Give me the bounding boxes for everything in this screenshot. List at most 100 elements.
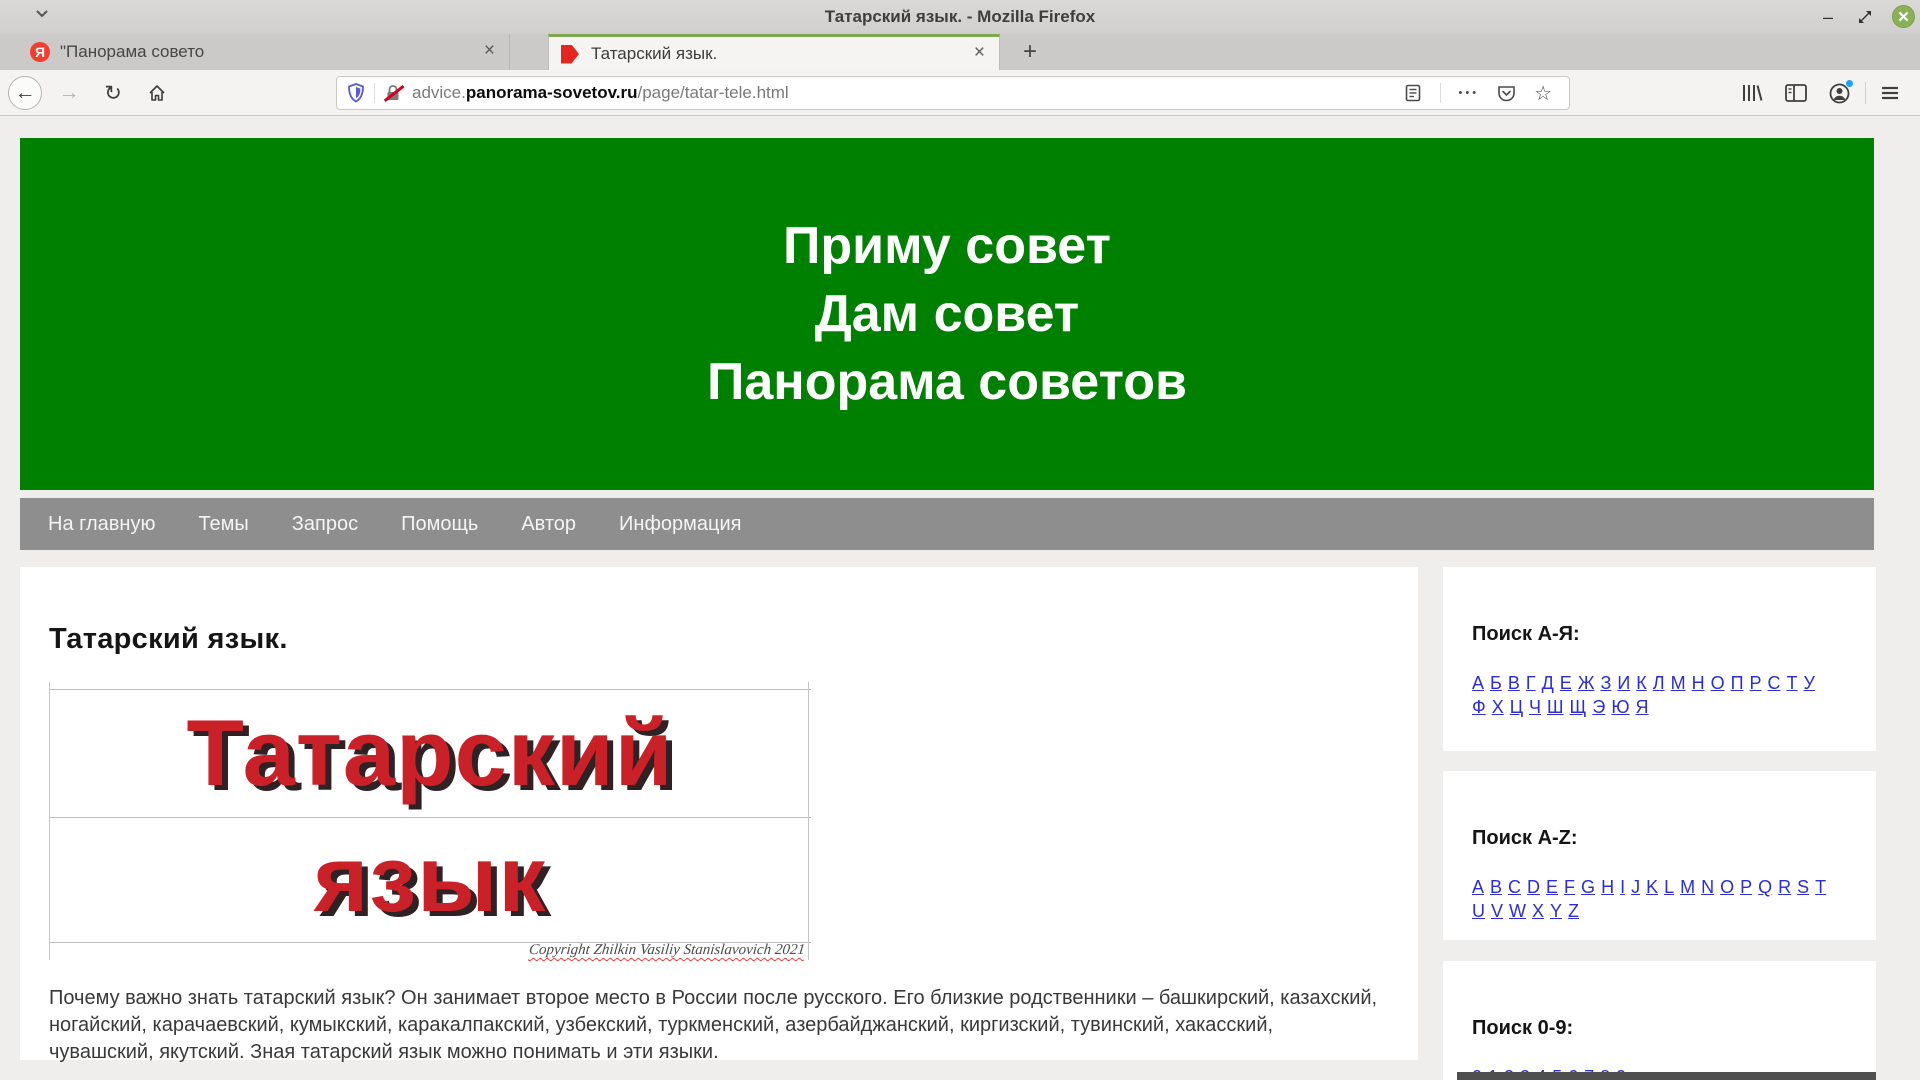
letter-link[interactable]: Ц [1510, 696, 1523, 719]
image-word-tatarskiy: Татарский [49, 690, 811, 816]
forward-button[interactable]: → [52, 76, 86, 110]
reload-button[interactable]: ↻ [96, 76, 130, 110]
letter-link[interactable]: P [1740, 876, 1752, 899]
letter-link[interactable]: Б [1490, 672, 1502, 695]
urlbar-separator [374, 83, 375, 103]
letter-link[interactable]: Г [1526, 672, 1536, 695]
article-card: Татарский язык. Татарский язык Copyright… [20, 567, 1418, 1060]
letter-link[interactable]: L [1664, 876, 1674, 899]
letter-link[interactable]: С [1768, 672, 1781, 695]
account-notification-dot [1845, 79, 1854, 88]
letter-link[interactable]: Т [1787, 672, 1798, 695]
letter-link[interactable]: N [1701, 876, 1714, 899]
letter-link[interactable]: Р [1750, 672, 1762, 695]
letter-link[interactable]: U [1472, 900, 1485, 923]
site-nav-link[interactable]: На главную [48, 513, 155, 536]
tab-panorama-sovetov[interactable]: Я "Панорама совето × [18, 34, 510, 70]
letter-link[interactable]: G [1581, 876, 1595, 899]
letter-link[interactable]: Л [1653, 672, 1665, 695]
letter-link[interactable]: C [1508, 876, 1521, 899]
letter-link[interactable]: A [1472, 876, 1484, 899]
page-actions-icon[interactable]: ••• [1459, 87, 1480, 99]
letter-link[interactable]: T [1815, 876, 1826, 899]
account-icon[interactable] [1829, 83, 1850, 104]
back-button[interactable]: ← [8, 76, 42, 110]
letter-link[interactable]: Я [1636, 696, 1649, 719]
letter-link[interactable]: H [1601, 876, 1614, 899]
url-bar[interactable]: advice.panorama-sovetov.ru/page/tatar-te… [336, 76, 1570, 110]
urlbar-separator [1440, 83, 1441, 103]
new-tab-button[interactable]: + [1014, 37, 1046, 67]
sidebar-section-title: Поиск 0-9: [1472, 1017, 1876, 1040]
letter-link[interactable]: Х [1492, 696, 1504, 719]
letter-link[interactable]: K [1646, 876, 1658, 899]
article-title: Татарский язык. [49, 623, 1418, 656]
letter-link[interactable]: V [1491, 900, 1503, 923]
home-button[interactable] [140, 76, 174, 110]
letter-link[interactable]: Z [1568, 900, 1579, 923]
pocket-icon[interactable] [1497, 84, 1516, 103]
letter-link[interactable]: D [1527, 876, 1540, 899]
article-image: Татарский язык Copyright Zhilkin Vasiliy… [49, 682, 811, 960]
bookmark-star-icon[interactable]: ☆ [1534, 81, 1552, 106]
menu-hamburger-icon[interactable] [1881, 86, 1899, 100]
site-nav-link[interactable]: Помощь [401, 513, 478, 536]
window-title: Татарский язык. - Mozilla Firefox [0, 7, 1920, 27]
letter-link[interactable]: S [1797, 876, 1809, 899]
tab-tatarskiy-yazyk-active[interactable]: Татарский язык. × [548, 34, 1000, 70]
sidebar-search-cyrillic: Поиск А-Я: АБВГДЕЖЗИКЛМНОПРСТУФХЦЧШЩЭЮЯ [1443, 567, 1876, 751]
site-nav: На главную Темы Запрос Помощь Автор Информаци… [20, 498, 1874, 550]
letter-links: ABCDEFGHIJKLMNOPQRST UVWXYZ [1472, 876, 1834, 924]
letter-link[interactable]: I [1620, 876, 1625, 899]
tab-close-icon[interactable]: × [964, 42, 999, 66]
letter-link[interactable]: П [1731, 672, 1744, 695]
browser-window: Татарский язык. - Mozilla Firefox – ✕ Я … [0, 0, 1920, 1080]
minimize-button[interactable]: – [1816, 5, 1840, 29]
site-nav-link[interactable]: Автор [521, 513, 576, 536]
article-paragraph: Почему важно знать татарский язык? Он за… [49, 985, 1383, 1066]
letter-link[interactable]: X [1532, 900, 1544, 923]
letter-link[interactable]: У [1804, 672, 1815, 695]
letter-link[interactable]: И [1617, 672, 1630, 695]
site-nav-link[interactable]: Информация [619, 513, 741, 536]
url-text: advice.panorama-sovetov.ru/page/tatar-te… [412, 83, 789, 103]
letter-link[interactable]: F [1564, 876, 1575, 899]
letter-link[interactable]: З [1600, 672, 1611, 695]
reader-mode-icon[interactable] [1404, 84, 1422, 102]
letter-link[interactable]: Q [1758, 876, 1772, 899]
letter-link[interactable]: А [1472, 672, 1484, 695]
close-button[interactable]: ✕ [1892, 5, 1915, 28]
letter-link[interactable]: Ш [1547, 696, 1564, 719]
letter-link[interactable]: В [1508, 672, 1520, 695]
letter-link[interactable]: O [1720, 876, 1734, 899]
letter-link[interactable]: M [1680, 876, 1695, 899]
letter-link[interactable]: К [1636, 672, 1647, 695]
site-nav-link[interactable]: Темы [198, 513, 248, 536]
letter-link[interactable]: Э [1592, 696, 1605, 719]
sidebars-icon[interactable] [1785, 84, 1807, 102]
tab-close-icon[interactable]: × [474, 40, 509, 64]
letter-link[interactable]: Y [1550, 900, 1562, 923]
site-nav-link[interactable]: Запрос [292, 513, 358, 536]
letter-link[interactable]: Д [1542, 672, 1554, 695]
letter-link[interactable]: Е [1560, 672, 1572, 695]
letter-link[interactable]: Ж [1578, 672, 1595, 695]
letter-link[interactable]: О [1711, 672, 1725, 695]
letter-link[interactable]: Щ [1570, 696, 1587, 719]
letter-link[interactable]: W [1509, 900, 1526, 923]
letter-link[interactable]: E [1546, 876, 1558, 899]
letter-link[interactable]: Ф [1472, 696, 1486, 719]
letter-link[interactable]: J [1631, 876, 1640, 899]
page-viewport: Приму советДам советПанорама советов На … [0, 116, 1920, 1080]
sidebar-section-title: Поиск A-Z: [1472, 827, 1876, 850]
letter-link[interactable]: Н [1692, 672, 1705, 695]
maximize-button[interactable] [1853, 5, 1877, 29]
letter-link[interactable]: Ю [1611, 696, 1629, 719]
tracking-protection-shield-icon[interactable] [347, 83, 365, 103]
letter-link[interactable]: B [1490, 876, 1502, 899]
letter-link[interactable]: Ч [1529, 696, 1541, 719]
library-icon[interactable] [1741, 83, 1763, 103]
letter-link[interactable]: М [1671, 672, 1686, 695]
letter-link[interactable]: R [1778, 876, 1791, 899]
image-word-yazyk: язык [49, 817, 811, 941]
